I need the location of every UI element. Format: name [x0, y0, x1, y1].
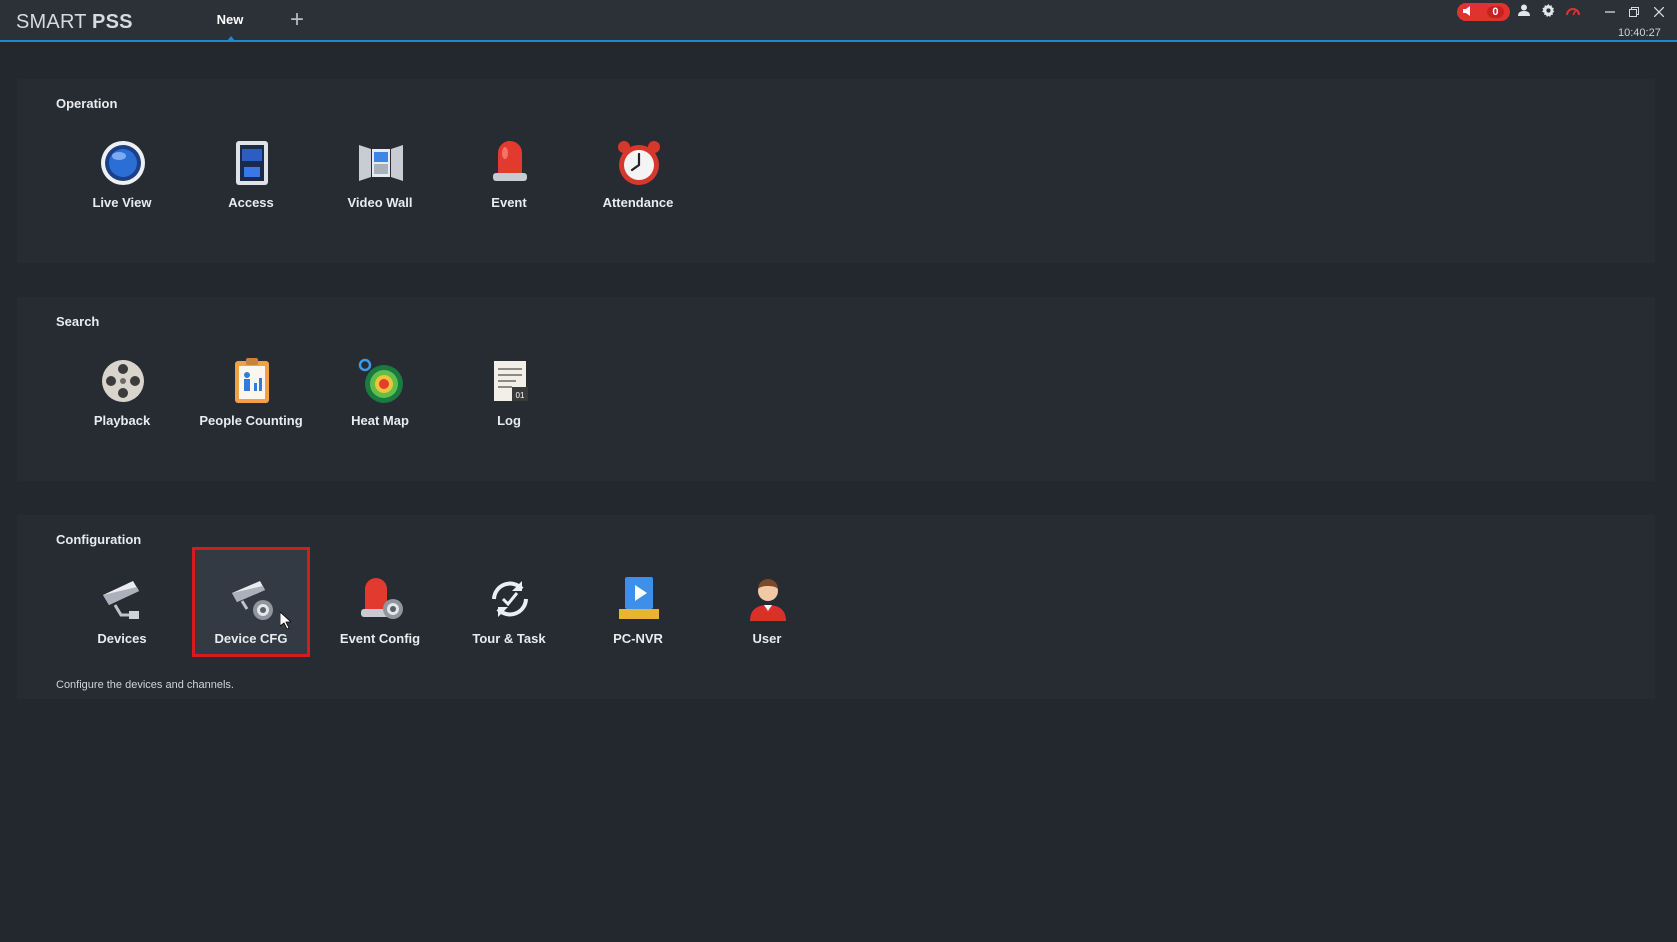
- add-tab-button[interactable]: +: [286, 8, 308, 32]
- active-tab-indicator: [227, 36, 235, 41]
- film-reel-icon: [99, 357, 147, 405]
- app-event-config[interactable]: Event Config: [321, 563, 439, 673]
- camera-gear-icon: [228, 575, 276, 623]
- section-title-search: Search: [56, 314, 100, 329]
- tab-new-label: New: [216, 12, 244, 27]
- app-label: User: [752, 631, 782, 646]
- section-title-operation: Operation: [56, 96, 118, 111]
- app-label: Video Wall: [347, 195, 413, 210]
- heat-map-icon: [357, 357, 405, 405]
- restore-button[interactable]: [1625, 3, 1643, 21]
- gear-icon[interactable]: [1540, 4, 1556, 20]
- app-label: Event Config: [339, 631, 421, 646]
- alarm-count: 0: [1487, 6, 1504, 18]
- people-counting-icon: [228, 357, 276, 405]
- close-button[interactable]: [1650, 3, 1668, 21]
- alarm-button[interactable]: 0: [1457, 3, 1510, 21]
- log-icon: 01: [486, 357, 534, 405]
- user-icon[interactable]: [1516, 4, 1532, 20]
- tour-task-icon: [486, 575, 534, 623]
- app-label: Heat Map: [351, 413, 409, 428]
- app-devices[interactable]: Devices: [63, 563, 181, 673]
- app-access[interactable]: Access: [192, 127, 310, 237]
- close-icon: [1653, 4, 1665, 20]
- speaker-icon: [1463, 5, 1474, 19]
- app-people-counting[interactable]: People Counting: [192, 345, 310, 455]
- app-attendance[interactable]: Attendance: [579, 127, 697, 237]
- section-title-configuration: Configuration: [56, 532, 142, 547]
- app-label: Access: [228, 195, 274, 210]
- app-video-wall[interactable]: Video Wall: [321, 127, 439, 237]
- app-label: Device CFG: [214, 631, 288, 646]
- search-panel: Search Playback People Counting Heat Map…: [17, 297, 1655, 481]
- app-device-cfg[interactable]: Device CFG: [192, 547, 310, 657]
- logo-text-bold: PSS: [92, 11, 133, 33]
- app-label: People Counting: [199, 413, 303, 428]
- app-heat-map[interactable]: Heat Map: [321, 345, 439, 455]
- operation-panel: Operation Live View Access Video Wall Ev…: [17, 79, 1655, 263]
- app-label: PC-NVR: [613, 631, 663, 646]
- pc-nvr-icon: [615, 575, 663, 623]
- section-description: Configure the devices and channels.: [56, 679, 234, 691]
- access-icon: [228, 139, 276, 187]
- app-live-view[interactable]: Live View: [63, 127, 181, 237]
- clock: 10:40:27: [1618, 27, 1661, 39]
- app-playback[interactable]: Playback: [63, 345, 181, 455]
- app-tour-task[interactable]: Tour & Task: [450, 563, 568, 673]
- tab-new[interactable]: New: [206, 12, 254, 41]
- app-label: Event: [491, 195, 527, 210]
- video-wall-icon: [357, 139, 405, 187]
- restore-icon: [1629, 4, 1639, 20]
- mouse-cursor-icon: [279, 611, 293, 630]
- app-logo: SMART PSS: [16, 11, 133, 34]
- gauge-icon[interactable]: [1565, 4, 1581, 20]
- svg-text:01: 01: [516, 391, 525, 400]
- app-event[interactable]: Event: [450, 127, 568, 237]
- title-bar: SMART PSS New + 0 10:40:27: [0, 0, 1677, 42]
- app-label: Attendance: [602, 195, 674, 210]
- app-label: Playback: [93, 413, 151, 428]
- app-label: Log: [497, 413, 521, 428]
- minimize-icon: [1605, 4, 1615, 20]
- app-user[interactable]: User: [708, 563, 826, 673]
- event-siren-icon: [486, 139, 534, 187]
- app-label: Devices: [97, 631, 147, 646]
- configuration-panel: Configuration Devices Device CFG Event C…: [17, 515, 1655, 699]
- app-label: Live View: [92, 195, 152, 210]
- alarm-clock-icon: [615, 139, 663, 187]
- logo-text-light: SMART: [16, 11, 87, 33]
- app-log[interactable]: 01 Log: [450, 345, 568, 455]
- app-label: Tour & Task: [472, 631, 546, 646]
- user-avatar-icon: [744, 575, 792, 623]
- app-pc-nvr[interactable]: PC-NVR: [579, 563, 697, 673]
- camera-icon: [99, 575, 147, 623]
- siren-gear-icon: [357, 575, 405, 623]
- minimize-button[interactable]: [1601, 3, 1619, 21]
- live-view-icon: [99, 139, 147, 187]
